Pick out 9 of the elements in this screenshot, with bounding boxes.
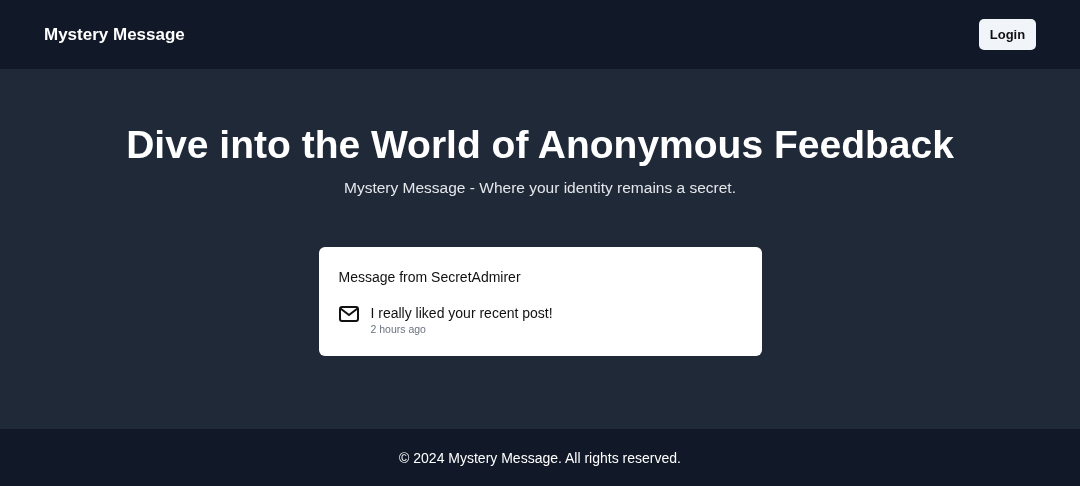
card-title: Message from SecretAdmirer (338, 269, 522, 285)
login-button[interactable]: Login (979, 19, 1036, 50)
mail-icon (338, 306, 359, 322)
hero-title: Dive into the World of Anonymous Feedback (126, 123, 954, 167)
footer-text: © 2024 Mystery Message. All rights reserved. (399, 449, 681, 466)
message-time: 2 hours ago (370, 323, 427, 335)
brand-title[interactable]: Mystery Message (44, 24, 185, 45)
message-text: I really liked your recent post! (370, 305, 553, 321)
hero-subtitle: Mystery Message - Where your identity remains a secret. (344, 179, 736, 197)
